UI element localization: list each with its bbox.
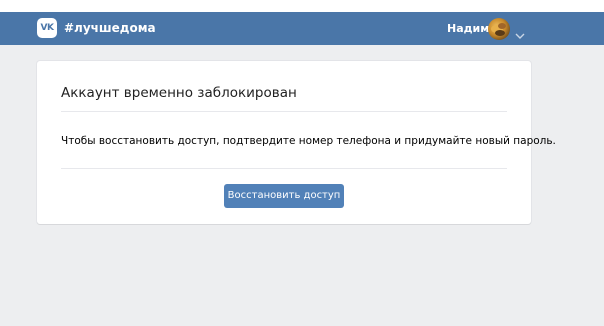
window-top-strip xyxy=(0,0,604,12)
card-message: Чтобы восстановить доступ, подтвердите н… xyxy=(61,135,556,147)
divider xyxy=(61,168,507,169)
vk-logo-icon[interactable]: VK xyxy=(37,18,57,38)
restore-access-button[interactable]: Восстановить доступ xyxy=(224,184,344,208)
top-bar: VK #лучшедома Надим xyxy=(0,12,604,45)
user-avatar[interactable] xyxy=(488,18,510,40)
chevron-down-icon[interactable] xyxy=(515,25,525,39)
card-title: Аккаунт временно заблокирован xyxy=(61,85,297,101)
divider xyxy=(61,111,507,112)
user-name[interactable]: Надим xyxy=(447,21,489,36)
hashtag-title[interactable]: #лучшедома xyxy=(64,21,156,36)
blocked-account-card: Аккаунт временно заблокирован Чтобы восс… xyxy=(37,61,556,224)
